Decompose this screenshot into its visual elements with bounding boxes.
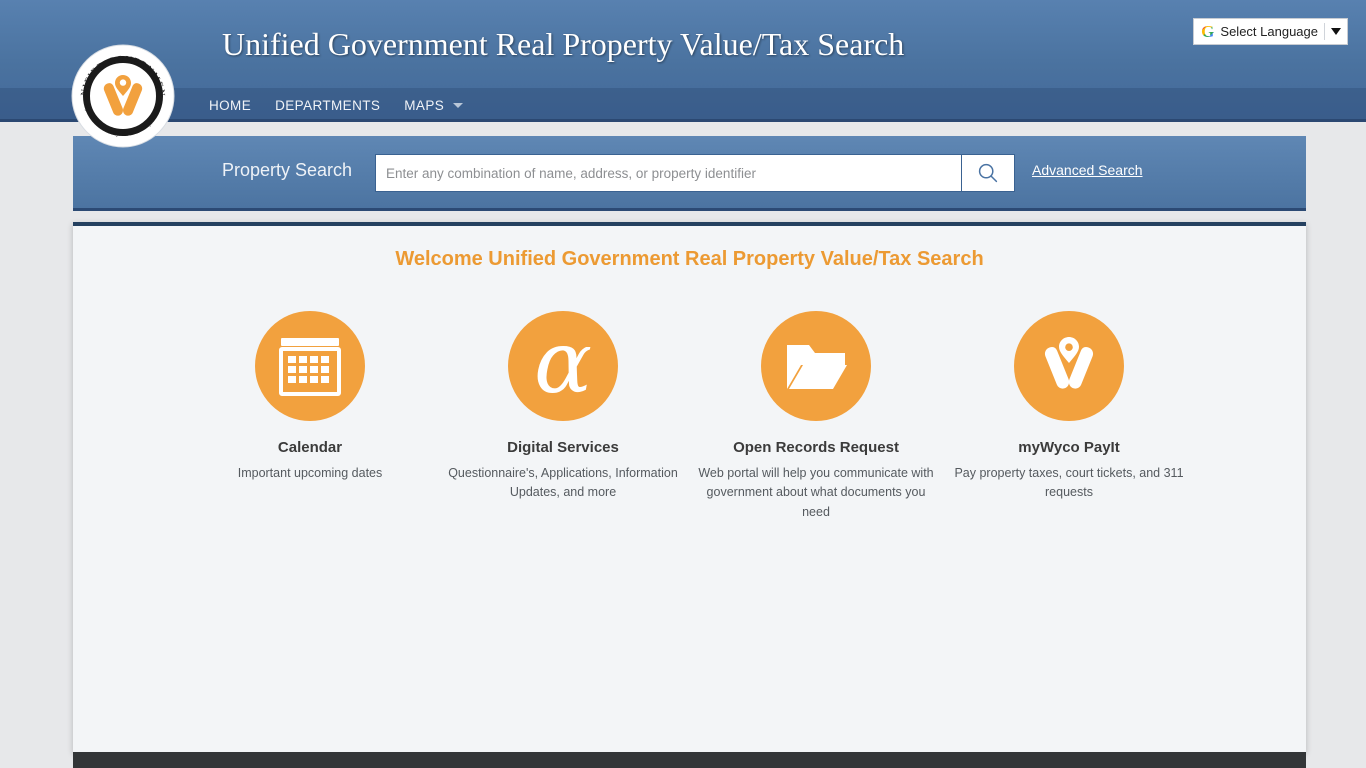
advanced-search-link[interactable]: Advanced Search <box>1032 162 1143 178</box>
nav-item-label: HOME <box>209 97 252 113</box>
tile-description: Questionnaire's, Applications, Informati… <box>448 466 678 500</box>
tile-title: Digital Services <box>507 439 619 456</box>
tile-title: Open Records Request <box>733 439 899 456</box>
tile-title: myWyco PayIt <box>1018 439 1120 456</box>
nav-item-home[interactable]: HOME <box>209 98 251 113</box>
welcome-heading: Welcome Unified Government Real Property… <box>395 248 984 270</box>
open-folder-icon <box>787 345 847 389</box>
nav-item-label: DEPARTMENTS <box>275 97 381 113</box>
page-title: Unified Government Real Property Value/T… <box>222 26 905 62</box>
tile-description: Important upcoming dates <box>237 466 383 480</box>
main-content-panel: Welcome Unified Government Real Property… <box>73 222 1306 752</box>
footer-bar <box>73 752 1306 768</box>
tile-icon-badge <box>761 311 871 421</box>
search-control-group <box>375 154 1015 192</box>
main-navigation: HOME DEPARTMENTS MAPS <box>0 88 1366 122</box>
nav-item-departments[interactable]: DEPARTMENTS <box>275 98 380 113</box>
divider <box>1324 23 1325 40</box>
tile-open-records-request[interactable]: Open Records Request Web portal will hel… <box>690 311 943 522</box>
tile-title: Calendar <box>277 439 343 456</box>
language-selector-label: Select Language <box>1220 24 1318 39</box>
tile-description: Web portal will help you communicate wit… <box>698 466 934 519</box>
alpha-icon: α <box>533 312 593 413</box>
nav-item-maps[interactable]: MAPS <box>404 97 464 113</box>
search-input[interactable] <box>375 154 961 192</box>
tile-icon-badge <box>255 311 365 421</box>
search-icon <box>978 163 998 183</box>
triangle-down-icon[interactable] <box>1331 28 1341 35</box>
property-search-label: Property Search <box>222 160 353 180</box>
search-button[interactable] <box>961 154 1015 192</box>
quick-links-grid: Calendar Important upcoming dates α Digi… <box>73 311 1306 522</box>
calendar-icon <box>279 338 341 396</box>
tile-icon-badge <box>1014 311 1124 421</box>
site-header: Unified Government Real Property Value/T… <box>0 0 1366 122</box>
tile-mywyco-payit[interactable]: myWyco PayIt Pay property taxes, court t… <box>943 311 1196 503</box>
language-selector[interactable]: G Select Language <box>1193 18 1348 45</box>
nav-item-label: MAPS <box>404 97 445 113</box>
tile-description: Pay property taxes, court tickets, and 3… <box>954 466 1184 500</box>
wyco-w-logo-icon <box>1044 337 1094 389</box>
google-logo-icon: G <box>1201 22 1215 41</box>
tile-calendar[interactable]: Calendar Important upcoming dates <box>184 311 437 483</box>
tile-digital-services[interactable]: α Digital Services Questionnaire's, Appl… <box>437 311 690 503</box>
property-search-bar: Property Search Advanced Search <box>73 136 1306 211</box>
chevron-down-icon <box>453 102 464 108</box>
unified-government-seal[interactable]: UNIFIED GOVERNMENT Wyandotte County•Kans… <box>71 44 175 148</box>
tile-icon-badge: α <box>508 311 618 421</box>
